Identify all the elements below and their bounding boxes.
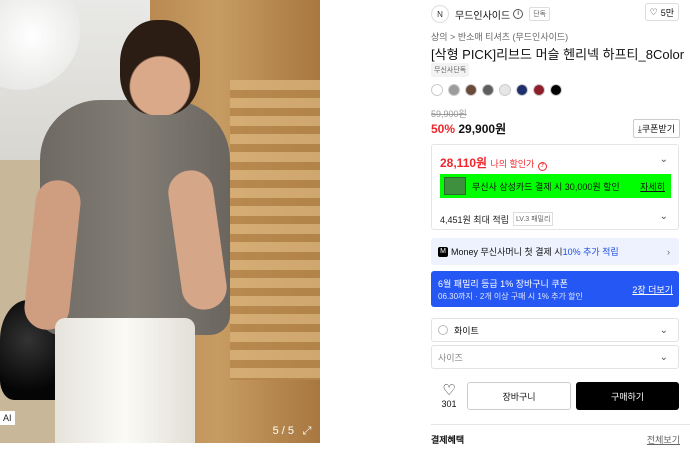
points-text: 4,451원 최대 적립	[440, 214, 509, 225]
brand-like-count: 5만	[660, 7, 674, 18]
color-swatch[interactable]	[465, 84, 477, 96]
expand-icon[interactable]: ⤢	[300, 424, 314, 438]
brand-like-button[interactable]: ♡ 5만	[644, 3, 679, 21]
card-image	[444, 177, 466, 195]
color-select-value: 화이트	[454, 325, 479, 336]
chevron-down-icon[interactable]: ⌄	[660, 154, 668, 165]
coupon-more-link[interactable]: 2장 더보기	[632, 283, 673, 296]
money-highlight: 10% 추가 적립	[562, 247, 619, 257]
divider	[431, 424, 690, 425]
view-all-link[interactable]: 전체보기	[647, 433, 680, 446]
product-photo[interactable]: AI 5 / 5 ⤢	[0, 0, 320, 443]
discount-percent: 50%	[431, 122, 456, 136]
brand-logo[interactable]: N	[431, 5, 449, 23]
brand-name[interactable]: 무드인사이드	[455, 7, 510, 22]
photo-model-head	[120, 20, 200, 115]
photo-pants	[55, 318, 195, 443]
chevron-down-icon: ⌄	[659, 351, 668, 363]
money-label: Money	[451, 246, 479, 257]
add-to-cart-button[interactable]: 장바구니	[467, 382, 571, 410]
card-discount-text: 무신사 삼성카드 결제 시 30,000원 할인	[472, 181, 620, 192]
breadcrumb[interactable]: 상의 > 반소매 티셔츠 (무드인사이드)	[431, 30, 568, 43]
payment-benefit-heading: 결제혜택	[431, 435, 465, 445]
color-swatch[interactable]	[448, 84, 460, 96]
photo-background-stairs	[230, 80, 320, 380]
ai-tag: AI	[0, 411, 15, 425]
money-icon: M	[438, 246, 448, 257]
coupon-banner-title: 6월 패밀리 등급 1% 장바구니 쿠폰	[438, 279, 568, 289]
image-counter: 5 / 5	[272, 425, 294, 437]
card-detail-link[interactable]: 자세히	[640, 180, 665, 193]
exclusive-tag: 무신사단독	[431, 63, 470, 77]
color-swatch[interactable]	[482, 84, 494, 96]
cart-coupon-banner[interactable]: 6월 패밀리 등급 1% 장바구니 쿠폰 06.30까지 · 2개 이상 구매 …	[431, 271, 679, 307]
color-select[interactable]: 화이트 ⌄	[431, 318, 679, 342]
money-banner[interactable]: M Money 무신사머니 첫 결제 시 10% 추가 적립 ›	[431, 238, 679, 265]
product-title: [삭형 PICK]리브드 머슬 헨리넥 하프티_8Color	[431, 47, 685, 62]
buy-now-button[interactable]: 구매하기	[576, 382, 679, 410]
level-badge: LV.3 패밀리	[512, 212, 554, 226]
heart-icon: ♡	[649, 6, 658, 17]
original-price: 59,900원	[431, 109, 467, 119]
brand-row: N 무드인사이드 i 단독 ♡ 5만	[431, 3, 679, 24]
info-icon[interactable]: i	[513, 9, 524, 19]
points-row[interactable]: 4,451원 최대 적립 LV.3 패밀리	[440, 212, 554, 226]
product-like-button[interactable]: ♡ 301	[439, 382, 459, 410]
color-swatch[interactable]	[550, 84, 562, 96]
chevron-down-icon[interactable]: ⌄	[660, 211, 668, 222]
money-text: 무신사머니 첫 결제 시	[480, 247, 563, 257]
my-discount-label: 나의 할인가	[490, 159, 535, 169]
question-icon[interactable]: ?	[537, 162, 547, 171]
product-info-panel: N 무드인사이드 i 단독 ♡ 5만 상의 > 반소매 티셔츠 (무드인사이드)…	[431, 0, 690, 450]
color-swatch[interactable]	[533, 84, 545, 96]
color-swatches	[431, 84, 562, 96]
chevron-right-icon: ›	[667, 246, 670, 257]
heart-icon: ♡	[442, 382, 456, 399]
card-discount-banner[interactable]: 무신사 삼성카드 결제 시 30,000원 할인 자세히	[440, 174, 671, 198]
my-discount-price[interactable]: 28,110원 나의 할인가 ?	[440, 154, 547, 171]
selected-color-swatch	[438, 325, 448, 335]
color-swatch[interactable]	[516, 84, 528, 96]
coupon-button[interactable]: ⤓쿠폰받기	[632, 119, 680, 138]
color-swatch[interactable]	[431, 84, 443, 96]
size-select-placeholder: 사이즈	[438, 352, 463, 363]
color-swatch[interactable]	[499, 84, 511, 96]
sale-price: 29,900원	[458, 122, 507, 136]
benefit-box: 28,110원 나의 할인가 ? ⌄ 무신사 삼성카드 결제 시 30,000원…	[431, 144, 679, 230]
price-row: 50% 29,900원	[431, 120, 506, 137]
coupon-banner-subtitle: 06.30까지 · 2개 이상 구매 시 1% 추가 할인	[438, 292, 583, 301]
product-like-count: 301	[441, 399, 457, 409]
size-select[interactable]: 사이즈 ⌄	[431, 345, 679, 369]
brand-exclusive-badge: 단독	[529, 7, 551, 21]
chevron-down-icon: ⌄	[659, 324, 668, 336]
